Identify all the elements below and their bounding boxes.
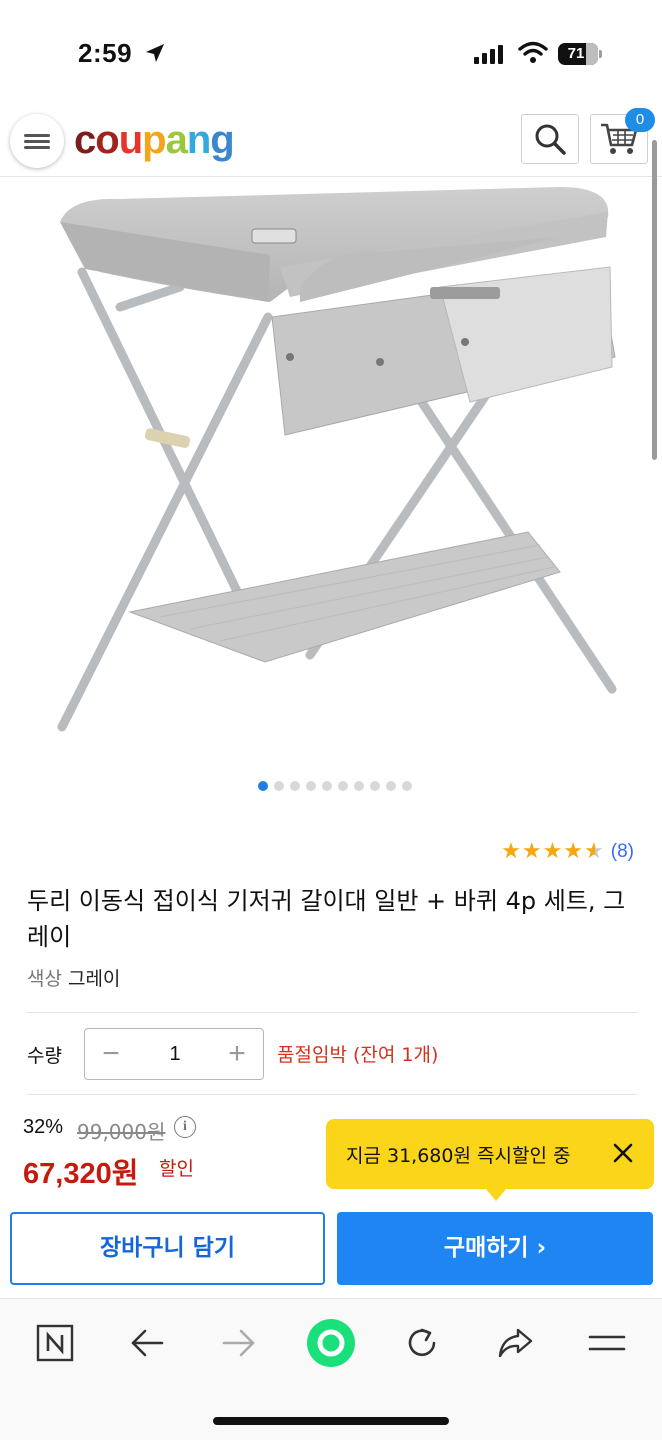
carousel-dot[interactable] bbox=[322, 781, 332, 791]
carousel-dot[interactable] bbox=[290, 781, 300, 791]
wifi-icon bbox=[518, 41, 548, 63]
reload-icon bbox=[408, 1328, 436, 1357]
color-option: 색상 그레이 bbox=[27, 964, 120, 991]
green-dot-button[interactable] bbox=[305, 1317, 357, 1369]
cell-signal-icon bbox=[474, 44, 503, 64]
back-arrow-icon bbox=[131, 1329, 164, 1357]
product-title: 두리 이동식 접이식 기저귀 갈이대 일반 + 바퀴 4p 세트, 그레이 bbox=[27, 887, 626, 951]
instant-discount-tooltip: 지금 31,680원 즉시할인 중 bbox=[326, 1119, 654, 1201]
browser-menu-button[interactable] bbox=[585, 1321, 629, 1365]
divider bbox=[27, 1094, 637, 1095]
reload-button[interactable] bbox=[400, 1321, 444, 1365]
home-indicator[interactable] bbox=[213, 1417, 449, 1425]
close-icon[interactable] bbox=[610, 1140, 636, 1166]
buy-now-button[interactable]: 구매하기 › bbox=[337, 1212, 653, 1285]
discount-rate: 32% bbox=[23, 1116, 64, 1138]
star-icon: ★ bbox=[521, 839, 542, 864]
star-icon: ★ bbox=[563, 839, 584, 864]
menu-button[interactable] bbox=[10, 114, 64, 168]
quantity-minus-button[interactable]: − bbox=[85, 1029, 137, 1079]
menu-icon bbox=[588, 1335, 626, 1351]
sale-price-suffix: 할인 bbox=[159, 1158, 194, 1180]
star-icon: ★ bbox=[542, 839, 563, 864]
search-icon bbox=[535, 124, 566, 155]
product-image[interactable] bbox=[0, 177, 662, 777]
rating[interactable]: ★ ★ ★ ★ ★ (8) bbox=[501, 838, 634, 866]
carousel-dot[interactable] bbox=[402, 781, 412, 791]
half-star-icon: ★ bbox=[584, 839, 604, 864]
info-icon[interactable]: i bbox=[174, 1116, 196, 1138]
coupang-logo[interactable]: coupang bbox=[74, 115, 235, 165]
menu-icon bbox=[24, 131, 50, 152]
carousel-dot[interactable] bbox=[386, 781, 396, 791]
carousel-dot[interactable] bbox=[258, 781, 268, 791]
carousel-dot[interactable] bbox=[338, 781, 348, 791]
search-button[interactable] bbox=[521, 114, 579, 164]
cart-count-badge: 0 bbox=[625, 108, 655, 132]
forward-button[interactable] bbox=[217, 1321, 261, 1365]
naver-n-icon bbox=[36, 1324, 74, 1362]
status-time: 2:59 bbox=[78, 38, 133, 68]
naver-home-button[interactable] bbox=[33, 1321, 77, 1365]
original-price: 99,000원 bbox=[77, 1120, 166, 1144]
site-header: coupang 0 bbox=[0, 105, 662, 177]
add-to-cart-button[interactable]: 장바구니 담기 bbox=[10, 1212, 325, 1285]
quantity-stepper: − 1 + bbox=[84, 1028, 264, 1080]
quantity-value[interactable]: 1 bbox=[137, 1029, 213, 1079]
divider bbox=[27, 1012, 637, 1013]
forward-arrow-icon bbox=[222, 1329, 255, 1357]
stock-warning: 품절임박 (잔여 1개) bbox=[277, 1044, 439, 1066]
option-key: 색상 bbox=[27, 968, 62, 990]
carousel-dot[interactable] bbox=[274, 781, 284, 791]
location-arrow-icon bbox=[146, 44, 164, 62]
review-count[interactable]: (8) bbox=[611, 841, 634, 863]
share-icon bbox=[498, 1328, 533, 1358]
option-value: 그레이 bbox=[67, 968, 121, 990]
carousel-dot[interactable] bbox=[370, 781, 380, 791]
carousel-dot[interactable] bbox=[354, 781, 364, 791]
tooltip-text: 지금 31,680원 즉시할인 중 bbox=[346, 1145, 571, 1167]
share-button[interactable] bbox=[493, 1321, 537, 1365]
green-dot-icon bbox=[307, 1319, 355, 1367]
star-icon: ★ bbox=[501, 839, 521, 864]
sale-price: 67,320원 bbox=[23, 1158, 139, 1190]
status-bar: 2:59 71 bbox=[0, 0, 662, 105]
battery-level: 71 bbox=[567, 45, 585, 62]
image-carousel-dots[interactable] bbox=[0, 781, 662, 793]
quantity-plus-button[interactable]: + bbox=[211, 1029, 263, 1079]
battery-icon: 71 bbox=[558, 43, 602, 65]
carousel-dot[interactable] bbox=[306, 781, 316, 791]
back-button[interactable] bbox=[125, 1321, 169, 1365]
quantity-label: 수량 bbox=[27, 1045, 62, 1067]
